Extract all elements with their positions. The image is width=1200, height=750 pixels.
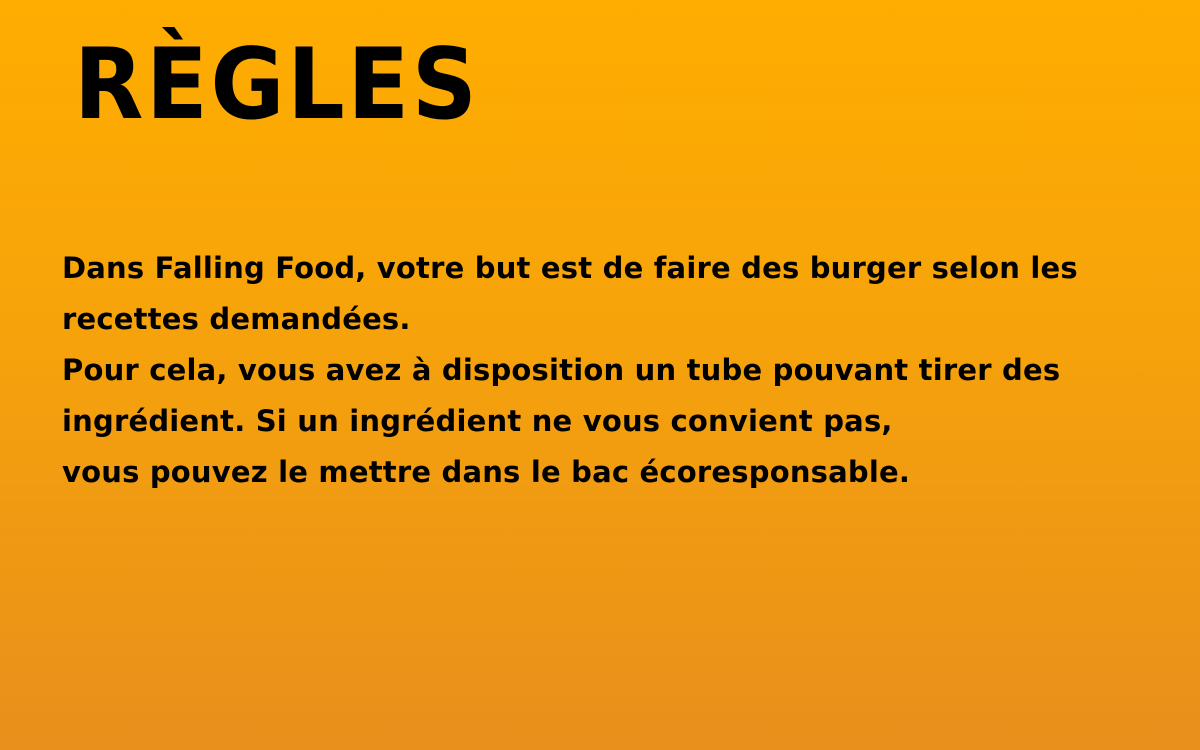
- rules-line: vous pouvez le mettre dans le bac écores…: [62, 455, 911, 489]
- rules-line: Dans Falling Food, votre but est de fair…: [62, 251, 1078, 285]
- rules-title: RÈGLES: [74, 28, 480, 142]
- rules-text: Dans Falling Food, votre but est de fair…: [62, 243, 1162, 498]
- rules-screen: RÈGLES Dans Falling Food, votre but est …: [0, 0, 1200, 750]
- rules-line: ingrédient. Si un ingrédient ne vous con…: [62, 404, 893, 438]
- rules-line: recettes demandées.: [62, 302, 411, 336]
- rules-line: Pour cela, vous avez à disposition un tu…: [62, 353, 1061, 387]
